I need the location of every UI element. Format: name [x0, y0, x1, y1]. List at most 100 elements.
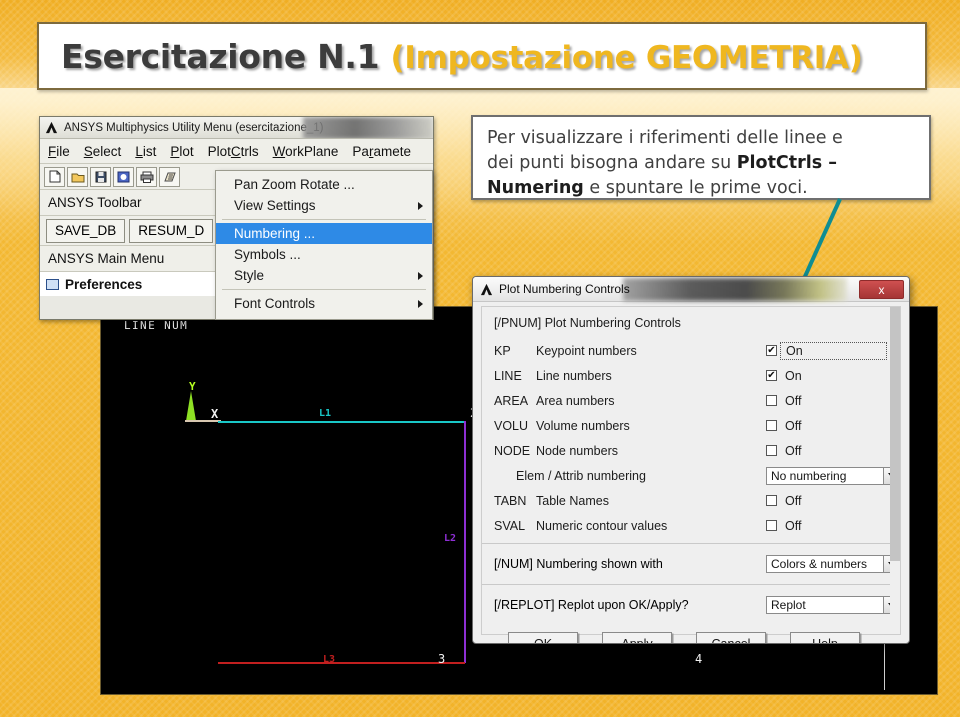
- checkbox-state-kp[interactable]: On: [780, 341, 887, 360]
- utility-window-titlebar-blurred-region: [303, 117, 433, 138]
- chevron-right-icon: [418, 201, 423, 210]
- plot-numbering-controls-dialog[interactable]: Plot Numbering Controls x [/PNUM] Plot N…: [472, 276, 910, 644]
- checkbox-node[interactable]: [766, 445, 777, 456]
- open-folder-icon[interactable]: [67, 166, 88, 187]
- keypoint-label-3: 3: [438, 652, 446, 666]
- replot-dropdown[interactable]: Replot: [766, 596, 900, 614]
- utility-window-titlebar[interactable]: ANSYS Multiphysics Utility Menu (esercit…: [40, 117, 433, 139]
- checkbox-sval[interactable]: [766, 520, 777, 531]
- menu-item-select[interactable]: Select: [84, 144, 122, 159]
- row-label-volu: VOLU Volume numbers: [494, 419, 766, 433]
- numbering-shown-with-dropdown[interactable]: Colors & numbers: [766, 555, 900, 573]
- row-name-kp: Keypoint numbers: [536, 343, 637, 358]
- row-sval-numeric-contour-values: SVAL Numeric contour values Off: [482, 513, 900, 538]
- checkbox-state-volu: Off: [785, 418, 802, 433]
- resume-icon[interactable]: [113, 166, 134, 187]
- graphics-overlay-label: LINE NUM: [124, 319, 189, 332]
- checkbox-line[interactable]: [766, 370, 777, 381]
- plotctrls-item-pan-zoom-rotate[interactable]: Pan Zoom Rotate ...: [216, 174, 432, 195]
- save-db-button[interactable]: SAVE_DB: [46, 218, 126, 243]
- dialog-titlebar[interactable]: Plot Numbering Controls x: [473, 277, 909, 302]
- row-tag-volu: VOLU: [494, 418, 529, 433]
- row-name-node: Node numbers: [536, 443, 618, 458]
- row-num-numbering-shown-with: [/NUM] Numbering shown with Colors & num…: [482, 549, 900, 579]
- instruction-callout-text: Per visualizzare i riferimenti delle lin…: [487, 126, 915, 201]
- checkbox-tabn[interactable]: [766, 495, 777, 506]
- geometry-line-l3: [218, 662, 465, 664]
- row-tag-sval: SVAL: [494, 518, 526, 533]
- menu-item-plot[interactable]: Plot: [170, 144, 193, 159]
- report-icon[interactable]: [159, 166, 180, 187]
- page-title-main: Esercitazione N.1: [61, 36, 391, 76]
- page-title-subtitle: (Impostazione GEOMETRIA): [390, 39, 863, 76]
- menu-item-file[interactable]: File: [48, 144, 70, 159]
- plotctrls-item-font-controls[interactable]: Font Controls: [216, 293, 432, 314]
- plotctrls-item-numbering[interactable]: Numbering ...: [216, 223, 432, 244]
- resum-db-button[interactable]: RESUM_D: [129, 218, 214, 243]
- row-elem-attrib-numbering: Elem / Attrib numbering No numbering: [482, 463, 900, 488]
- utility-menubar[interactable]: File Select List Plot PlotCtrls WorkPlan…: [40, 139, 433, 164]
- row-label-area: AREA Area numbers: [494, 394, 766, 408]
- replot-value: Replot: [771, 598, 806, 612]
- help-button[interactable]: Help: [790, 632, 860, 643]
- checkbox-volu[interactable]: [766, 420, 777, 431]
- checkbox-kp[interactable]: [766, 345, 777, 356]
- menu-item-list[interactable]: List: [135, 144, 156, 159]
- row-tag-node: NODE: [494, 443, 531, 458]
- row-tabn-table-names: TABN Table Names Off: [482, 488, 900, 513]
- numbering-shown-with-value: Colors & numbers: [771, 557, 868, 571]
- menu-item-parameters[interactable]: Paramete: [352, 144, 411, 159]
- callout-line-3-bold: Numering: [487, 178, 584, 198]
- utility-window-title: ANSYS Multiphysics Utility Menu (esercit…: [64, 121, 324, 134]
- save-disk-icon[interactable]: [90, 166, 111, 187]
- elem-attrib-numbering-dropdown[interactable]: No numbering: [766, 466, 900, 485]
- row-label-elem-attrib: Elem / Attrib numbering: [516, 468, 646, 483]
- new-file-icon[interactable]: [44, 166, 65, 187]
- line-label-l3: L3: [323, 654, 336, 665]
- checkbox-state-line: On: [785, 368, 802, 383]
- ansys-logo-icon: [480, 283, 493, 295]
- dialog-titlebar-blurred-region: [623, 278, 847, 301]
- print-icon[interactable]: [136, 166, 157, 187]
- axis-triad-icon: [186, 391, 196, 421]
- row-name-line: Line numbers: [536, 368, 612, 383]
- callout-line-1: Per visualizzare i riferimenti delle lin…: [487, 128, 843, 148]
- dialog-section-header: [/PNUM] Plot Numbering Controls: [494, 316, 681, 330]
- plotctrls-item-view-settings[interactable]: View Settings: [216, 195, 432, 216]
- row-tag-area: AREA: [494, 393, 529, 408]
- checkbox-state-tabn: Off: [785, 493, 802, 508]
- instruction-callout-box: Per visualizzare i riferimenti delle lin…: [471, 115, 931, 200]
- plotctrls-item-symbols[interactable]: Symbols ...: [216, 244, 432, 265]
- close-icon[interactable]: x: [859, 280, 904, 299]
- row-label-replot: [/REPLOT] Replot upon OK/Apply?: [494, 598, 689, 612]
- callout-line-2-a: dei punti bisogna andare su: [487, 153, 737, 173]
- row-name-volu: Volume numbers: [536, 418, 630, 433]
- dialog-scrollbar[interactable]: [890, 307, 900, 634]
- plotctrls-item-view-settings-label: View Settings: [234, 198, 316, 213]
- line-label-l2: L2: [444, 533, 457, 544]
- plotctrls-item-style[interactable]: Style: [216, 265, 432, 286]
- plotctrls-item-font-controls-label: Font Controls: [234, 296, 316, 311]
- row-node-node-numbers: NODE Node numbers Off: [482, 438, 900, 463]
- apply-button[interactable]: Apply: [602, 632, 672, 643]
- dialog-scrollbar-thumb[interactable]: [890, 307, 900, 561]
- checkbox-state-node: Off: [785, 443, 802, 458]
- row-tag-kp: KP: [494, 343, 511, 358]
- chevron-right-icon: [418, 271, 423, 280]
- keypoint-label-4: 4: [695, 652, 703, 666]
- row-name-tabn: Table Names: [536, 493, 609, 508]
- menu-item-plotctrls[interactable]: PlotCtrls: [208, 144, 259, 159]
- dialog-button-row: OK Apply Cancel Help: [482, 620, 900, 643]
- ok-button[interactable]: OK: [508, 632, 578, 643]
- row-label-num: [/NUM] Numbering shown with: [494, 557, 663, 571]
- row-label-kp: KP Keypoint numbers: [494, 344, 766, 358]
- axis-label-x: X: [211, 407, 219, 421]
- menu-separator-1: [222, 219, 426, 220]
- row-name-area: Area numbers: [536, 393, 615, 408]
- cancel-button[interactable]: Cancel: [696, 632, 766, 643]
- checkbox-area[interactable]: [766, 395, 777, 406]
- chevron-right-icon: [418, 299, 423, 308]
- menu-item-workplane[interactable]: WorkPlane: [273, 144, 339, 159]
- elem-attrib-numbering-value: No numbering: [771, 468, 847, 483]
- plotctrls-dropdown-menu[interactable]: Pan Zoom Rotate ... View Settings Number…: [215, 170, 433, 320]
